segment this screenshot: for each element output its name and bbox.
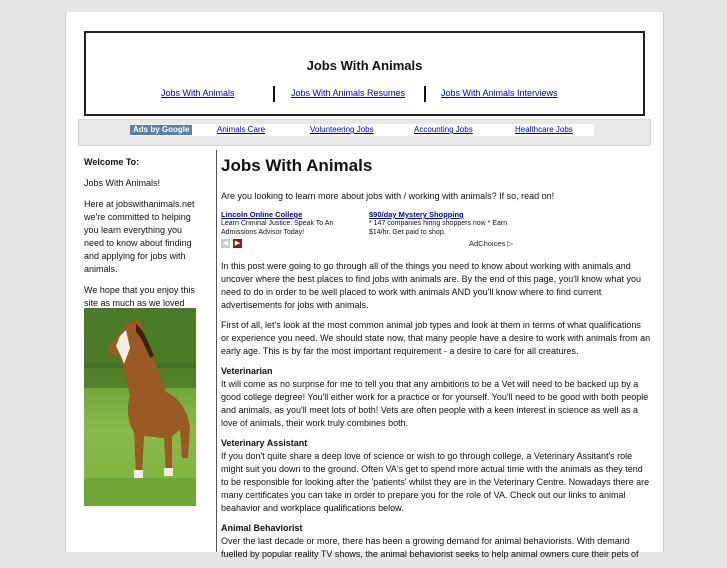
paragraph-requirements: First of all, let's look at the most com… [221, 320, 651, 356]
ads-by-google-label[interactable]: Ads by Google [130, 125, 193, 135]
site-title: Jobs With Animals [306, 58, 423, 73]
nav-link-resumes[interactable]: Jobs With Animals Resumes [291, 88, 405, 98]
ad-prev-arrow-icon[interactable]: ◀ [221, 239, 230, 248]
heading-animal-behaviorist: Animal Behaviorist [221, 523, 303, 533]
heading-veterinary-assistant: Veterinary Assistant [221, 438, 308, 448]
horse-illustration [84, 308, 196, 506]
heading-veterinarian: Veterinarian [221, 366, 273, 376]
ad-link-animals-care[interactable]: Animals Care [217, 125, 265, 134]
column-divider [216, 150, 217, 552]
ads-link-bar-inner: Ads by Google Animals Care Volunteering … [130, 124, 594, 136]
top-navigation: Jobs With Animals Jobs With Animals Resu… [86, 86, 643, 102]
nav-separator [424, 86, 426, 102]
adchoices-icon: ▷ [507, 239, 514, 248]
main-content: Jobs With Animals Are you looking to lea… [221, 156, 651, 568]
paragraph-intro: In this post were going to go through al… [221, 261, 641, 310]
paragraph-veterinarian: It will come as no surprise for me to te… [221, 379, 649, 428]
ad-title[interactable]: Lincoln Online College [221, 210, 361, 219]
ad-next-arrow-icon[interactable]: ▶ [233, 239, 242, 248]
ad-lincoln-college[interactable]: Lincoln Online College Learn Criminal Ju… [221, 210, 361, 237]
nav-link-jobs-with-animals[interactable]: Jobs With Animals [161, 88, 235, 98]
adchoices-link[interactable]: AdChoices ▷ [469, 239, 513, 248]
sidebar: Welcome To: Jobs With Animals! Here at j… [84, 156, 204, 331]
paragraph-animal-behaviorist: Over the last decade or more, there has … [221, 536, 639, 559]
nav-link-interviews[interactable]: Jobs With Animals Interviews [441, 88, 558, 98]
welcome-heading: Welcome To: [84, 157, 140, 167]
page-title: Jobs With Animals [221, 156, 373, 175]
lead-paragraph: Are you looking to learn more about jobs… [221, 191, 555, 201]
nav-separator [273, 86, 275, 102]
ad-unit: Lincoln Online College Learn Criminal Ju… [221, 210, 651, 252]
adchoices-label: AdChoices [469, 239, 506, 248]
ad-text: * 147 companies hiring shoppers now * Ea… [369, 220, 508, 236]
ad-link-accounting-jobs[interactable]: Accounting Jobs [414, 125, 473, 134]
ad-mystery-shopping[interactable]: $90/day Mystery Shopping * 147 companies… [369, 210, 509, 237]
horse-photo [84, 308, 196, 506]
ads-link-bar: Ads by Google Animals Care Volunteering … [78, 119, 651, 146]
welcome-subheading: Jobs With Animals! [84, 178, 161, 188]
page-container: Jobs With Animals Jobs With Animals Jobs… [65, 12, 664, 559]
site-header: Jobs With Animals Jobs With Animals Jobs… [84, 31, 645, 116]
ad-link-healthcare-jobs[interactable]: Healthcare Jobs [515, 125, 573, 134]
ad-text: Learn Criminal Justice. Speak To An Admi… [221, 220, 334, 236]
ad-link-volunteering-jobs[interactable]: Volunteering Jobs [310, 125, 374, 134]
sidebar-intro: Here at jobswithanimals.net we're commit… [84, 199, 195, 274]
ad-title[interactable]: $90/day Mystery Shopping [369, 210, 509, 219]
paragraph-veterinary-assistant: If you don't quite share a deep love of … [221, 451, 650, 513]
